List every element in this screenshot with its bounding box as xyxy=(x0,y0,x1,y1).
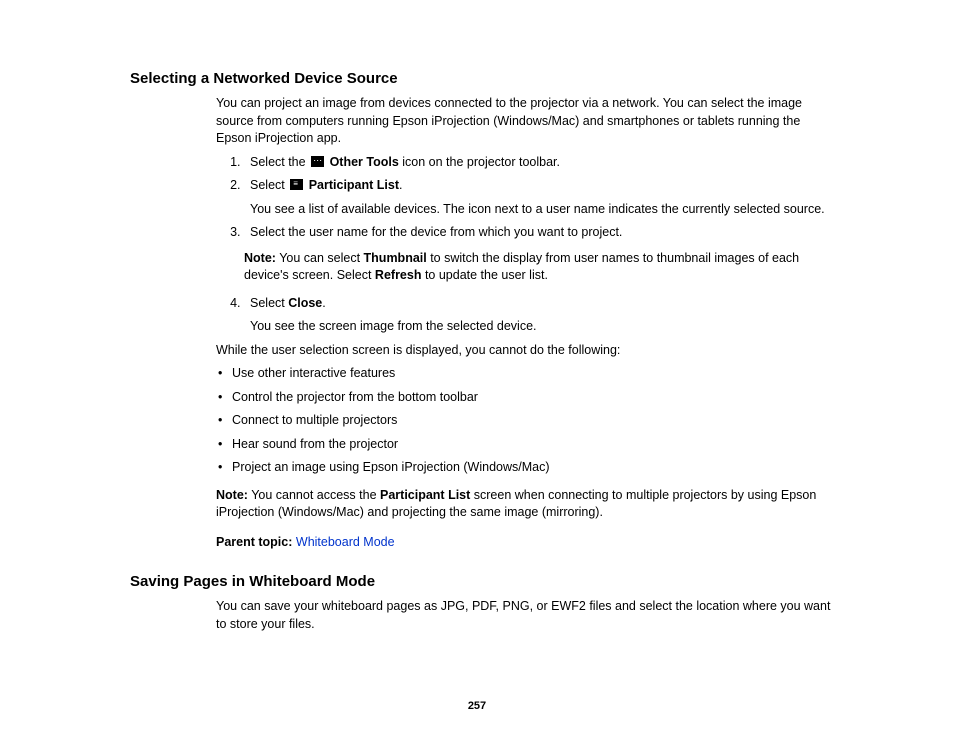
step-3: Select the user name for the device from… xyxy=(244,224,834,242)
list-item: Project an image using Epson iProjection… xyxy=(218,459,834,477)
step4-sub: You see the screen image from the select… xyxy=(250,318,834,336)
while-text: While the user selection screen is displ… xyxy=(216,342,834,360)
parent-topic: Parent topic: Whiteboard Mode xyxy=(216,534,834,552)
list-item: Hear sound from the projector xyxy=(218,436,834,454)
step1-text-a: Select the xyxy=(250,155,309,169)
participant-list-icon xyxy=(290,179,303,190)
step2-text-b: . xyxy=(399,178,402,192)
page-number: 257 xyxy=(0,699,954,714)
note-2: Note: You cannot access the Participant … xyxy=(216,487,834,522)
step-1: Select the Other Tools icon on the proje… xyxy=(244,154,834,172)
other-tools-icon xyxy=(311,156,324,167)
step1-text-b: icon on the projector toolbar. xyxy=(399,155,560,169)
list-item: Control the projector from the bottom to… xyxy=(218,389,834,407)
step-2: Select Participant List. You see a list … xyxy=(244,177,834,218)
step2-sub: You see a list of available devices. The… xyxy=(250,201,834,219)
parent-topic-link[interactable]: Whiteboard Mode xyxy=(296,535,395,549)
intro-paragraph: You can project an image from devices co… xyxy=(216,95,834,148)
step2-text-a: Select xyxy=(250,178,288,192)
list-item: Connect to multiple projectors xyxy=(218,412,834,430)
section-heading-2: Saving Pages in Whiteboard Mode xyxy=(130,571,834,592)
note-1: Note: You can select Thumbnail to switch… xyxy=(244,250,834,285)
section2-intro: You can save your whiteboard pages as JP… xyxy=(216,598,834,633)
note1-label: Note: xyxy=(244,251,276,265)
step-4: Select Close. You see the screen image f… xyxy=(244,295,834,336)
limitations-list: Use other interactive features Control t… xyxy=(216,365,834,477)
step1-icon-label: Other Tools xyxy=(330,155,399,169)
list-item: Use other interactive features xyxy=(218,365,834,383)
step2-icon-label: Participant List xyxy=(309,178,399,192)
section-heading-1: Selecting a Networked Device Source xyxy=(130,68,834,89)
